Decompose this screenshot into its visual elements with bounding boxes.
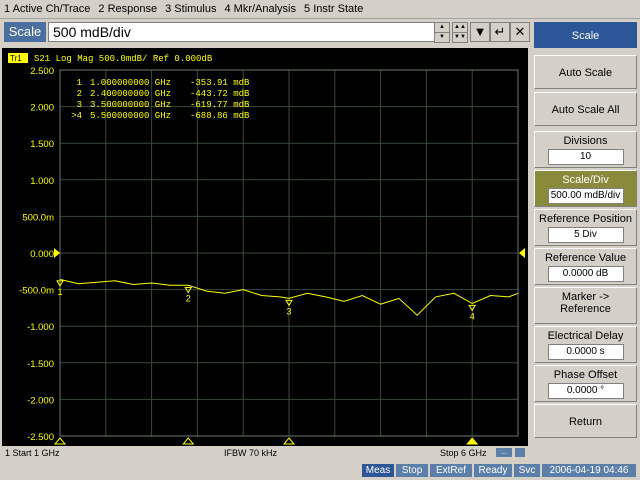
marker-2-bottom-indicator: [182, 437, 195, 445]
marker-to-reference-button[interactable]: Marker -> Reference: [534, 287, 637, 324]
marker-4-bottom-indicator: [466, 437, 479, 445]
y-tick-label: -2.000: [27, 395, 54, 406]
marker-table-freq: 3.500000000 GHz: [90, 100, 171, 110]
marker-table-freq: 5.500000000 GHz: [90, 111, 171, 121]
y-tick-label: 2.500: [30, 66, 54, 77]
menu-stimulus[interactable]: 3 Stimulus: [161, 3, 220, 15]
status-extref: ExtRef: [430, 464, 472, 477]
marker-table-id: 3: [77, 100, 82, 110]
marker-3-label: 3: [286, 306, 291, 316]
return-button[interactable]: Return: [534, 404, 637, 438]
auto-scale-all-button[interactable]: Auto Scale All: [534, 92, 637, 126]
phase-offset-label: Phase Offset: [553, 369, 618, 381]
marker-table-id: 2: [77, 89, 82, 99]
status-ready: Ready: [474, 464, 512, 477]
start-freq: 1 Start 1 GHz: [5, 448, 60, 458]
marker-table-value: -353.91 mdB: [190, 78, 250, 88]
softkey-panel: Scale Auto Scale Auto Scale All Division…: [531, 20, 639, 460]
status-svc: Svc: [514, 464, 540, 477]
marker-table-value: -443.72 mdB: [190, 89, 250, 99]
close-icon[interactable]: ✕: [510, 22, 530, 42]
dropdown-icon[interactable]: ▼: [470, 22, 490, 42]
phase-offset-button[interactable]: Phase Offset 0.0000 °: [534, 365, 637, 402]
trace-chart: 2.500 2.000 1.500 1.000 500.0m 0.000 -500.0m -1…: [8, 53, 525, 445]
y-tick-label: 0.000: [30, 249, 54, 260]
measurement-plot: 2.500 2.000 1.500 1.000 500.0m 0.000 -500.0m -1…: [2, 48, 528, 446]
y-tick-label: 500.0m: [22, 212, 54, 223]
marker-3-bottom-indicator: [282, 437, 296, 445]
divisions-label: Divisions: [563, 135, 608, 147]
status-stop: Stop: [396, 464, 428, 477]
marker-1-label: 1: [57, 287, 62, 297]
scale-div-value: 500.00 mdB/div: [547, 188, 624, 204]
phase-offset-value: 0.0000 °: [547, 383, 624, 399]
marker-4-label: 4: [470, 311, 475, 321]
reference-position-value: 5 Div: [547, 227, 624, 243]
status-bar: Meas Stop ExtRef Ready Svc 2006-04-19 04…: [0, 462, 640, 480]
electrical-delay-label: Electrical Delay: [547, 330, 624, 342]
ifbw: IFBW 70 kHz: [224, 448, 278, 458]
electrical-delay-value: 0.0000 s: [547, 344, 624, 360]
menu-mkr-analysis[interactable]: 4 Mkr/Analysis: [220, 3, 300, 15]
marker-2-label: 2: [186, 293, 191, 303]
entry-label: Scale: [4, 22, 46, 42]
reference-position-button[interactable]: Reference Position 5 Div: [534, 209, 637, 246]
softkey-title-scale: Scale: [534, 22, 637, 48]
entry-bar: Scale 500 mdB/div ▲ ▼ ▲▲ ▼▼ ▼ ↵ ✕: [2, 20, 530, 45]
auto-scale-button[interactable]: Auto Scale: [534, 55, 637, 89]
electrical-delay-button[interactable]: Electrical Delay 0.0000 s: [534, 326, 637, 363]
y-tick-label: 1.000: [30, 176, 54, 187]
spin-down-icon[interactable]: ▼: [434, 32, 450, 43]
marker-1-bottom-indicator: [53, 437, 67, 445]
marker-table-id: 1: [77, 78, 82, 88]
reference-position-label: Reference Position: [539, 213, 632, 225]
menu-response[interactable]: 2 Response: [94, 3, 161, 15]
divisions-button[interactable]: Divisions 10: [534, 131, 637, 168]
more-icon[interactable]: ...: [496, 448, 512, 457]
marker-table-freq: 2.400000000 GHz: [90, 89, 171, 99]
ref-arrow-right: [519, 248, 525, 258]
scale-div-label: Scale/Div: [562, 174, 609, 186]
status-meas: Meas: [362, 464, 394, 477]
trace-tag: Tr1: [10, 54, 22, 63]
y-tick-label: 1.500: [30, 139, 54, 150]
stop-freq: Stop 6 GHz: [440, 448, 487, 458]
menu-bar: 1 Active Ch/Trace 2 Response 3 Stimulus …: [0, 0, 640, 19]
reference-value-label: Reference Value: [544, 252, 627, 264]
marker-to-reference-line1: Marker ->: [561, 291, 610, 303]
marker-table-value: -688.86 mdB: [190, 111, 250, 121]
y-tick-label: -1.500: [27, 359, 54, 370]
marker-to-reference-line2: Reference: [560, 303, 611, 315]
menu-active-ch-trace[interactable]: 1 Active Ch/Trace: [0, 3, 94, 15]
channel-status-line: 1 Start 1 GHz IFBW 70 kHz Stop 6 GHz ...: [2, 447, 528, 459]
marker-table-value: -619.77 mdB: [190, 100, 250, 110]
y-tick-label: 2.000: [30, 103, 54, 114]
marker-table-freq: 1.000000000 GHz: [90, 78, 171, 88]
menu-instr-state[interactable]: 5 Instr State: [300, 3, 367, 15]
y-tick-label: -1.000: [27, 322, 54, 333]
marker-table-id: >4: [71, 111, 82, 121]
y-tick-label: -2.500: [27, 432, 54, 443]
spin-down-fast-icon[interactable]: ▼▼: [452, 32, 468, 43]
enter-icon[interactable]: ↵: [490, 22, 510, 42]
status-datetime: 2006-04-19 04:46: [542, 464, 636, 477]
divisions-value: 10: [547, 149, 624, 165]
y-tick-label: -500.0m: [19, 286, 54, 297]
ref-arrow-left: [54, 248, 60, 258]
reference-value-value: 0.0000 dB: [547, 266, 624, 282]
sweep-indicator: [515, 448, 525, 457]
trace-header: S21 Log Mag 500.0mdB/ Ref 0.000dB: [34, 54, 213, 64]
entry-value-input[interactable]: 500 mdB/div: [48, 22, 438, 42]
reference-value-button[interactable]: Reference Value 0.0000 dB: [534, 248, 637, 285]
scale-div-button[interactable]: Scale/Div 500.00 mdB/div: [534, 170, 637, 207]
